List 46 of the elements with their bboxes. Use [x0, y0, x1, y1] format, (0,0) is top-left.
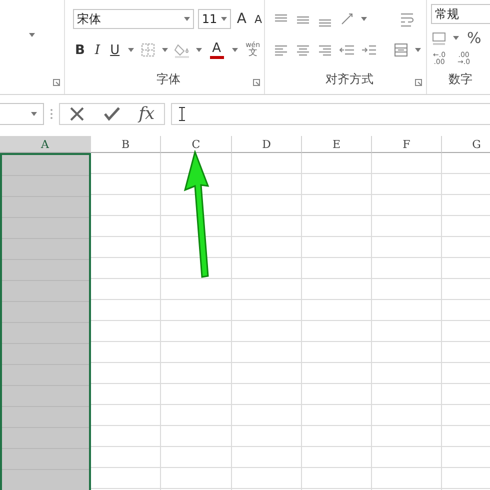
- column-header[interactable]: E: [302, 136, 372, 153]
- grip-icon: [50, 108, 53, 120]
- bold-button[interactable]: B: [73, 44, 87, 56]
- caret-icon: [220, 17, 227, 21]
- check-icon[interactable]: [104, 106, 120, 122]
- fill-bucket-icon[interactable]: [174, 42, 190, 58]
- insert-function-button[interactable]: fx: [138, 104, 155, 124]
- number-format-dropdown[interactable]: 常规: [431, 4, 490, 24]
- column-header[interactable]: D: [232, 136, 302, 153]
- caret-icon: [415, 48, 421, 52]
- group-label: 数字: [448, 71, 472, 88]
- caret-icon: [184, 17, 190, 21]
- shrink-font-button[interactable]: A: [252, 14, 264, 24]
- caret-icon: [232, 48, 238, 52]
- dialog-launcher-icon[interactable]: [415, 79, 422, 86]
- dialog-launcher-icon[interactable]: [253, 79, 260, 86]
- caret-icon: [128, 48, 134, 52]
- text-cursor-icon: [179, 107, 185, 121]
- caret-icon: [196, 48, 202, 52]
- font-color-button[interactable]: A: [208, 42, 226, 58]
- formula-input[interactable]: [171, 103, 490, 125]
- caret-icon: [361, 17, 367, 21]
- caret-icon: [31, 112, 37, 116]
- column-header[interactable]: A: [0, 136, 91, 153]
- italic-button[interactable]: I: [92, 44, 102, 56]
- group-label: 对齐方式: [326, 71, 374, 88]
- percent-button[interactable]: %: [465, 30, 484, 46]
- font-name-dropdown[interactable]: 宋体: [73, 9, 194, 29]
- wrap-text-icon[interactable]: [399, 11, 415, 27]
- column-header[interactable]: F: [372, 136, 442, 153]
- accounting-format-icon[interactable]: [431, 30, 447, 46]
- font-size-dropdown[interactable]: 11: [198, 9, 231, 29]
- grow-font-button[interactable]: A: [234, 12, 248, 26]
- underline-bar-icon: [210, 56, 224, 58]
- caret-icon: [29, 33, 35, 37]
- column-header[interactable]: C: [161, 136, 232, 153]
- cancel-icon[interactable]: [69, 106, 86, 122]
- border-icon[interactable]: [140, 42, 156, 58]
- caret-icon: [453, 36, 459, 40]
- underline-button[interactable]: U: [108, 44, 122, 56]
- dialog-launcher-icon[interactable]: [53, 79, 60, 86]
- merge-cells-icon[interactable]: [393, 42, 409, 58]
- orientation-icon[interactable]: [339, 11, 355, 27]
- column-header[interactable]: B: [91, 136, 161, 153]
- caret-icon: [162, 48, 168, 52]
- group-label: 字体: [156, 71, 180, 88]
